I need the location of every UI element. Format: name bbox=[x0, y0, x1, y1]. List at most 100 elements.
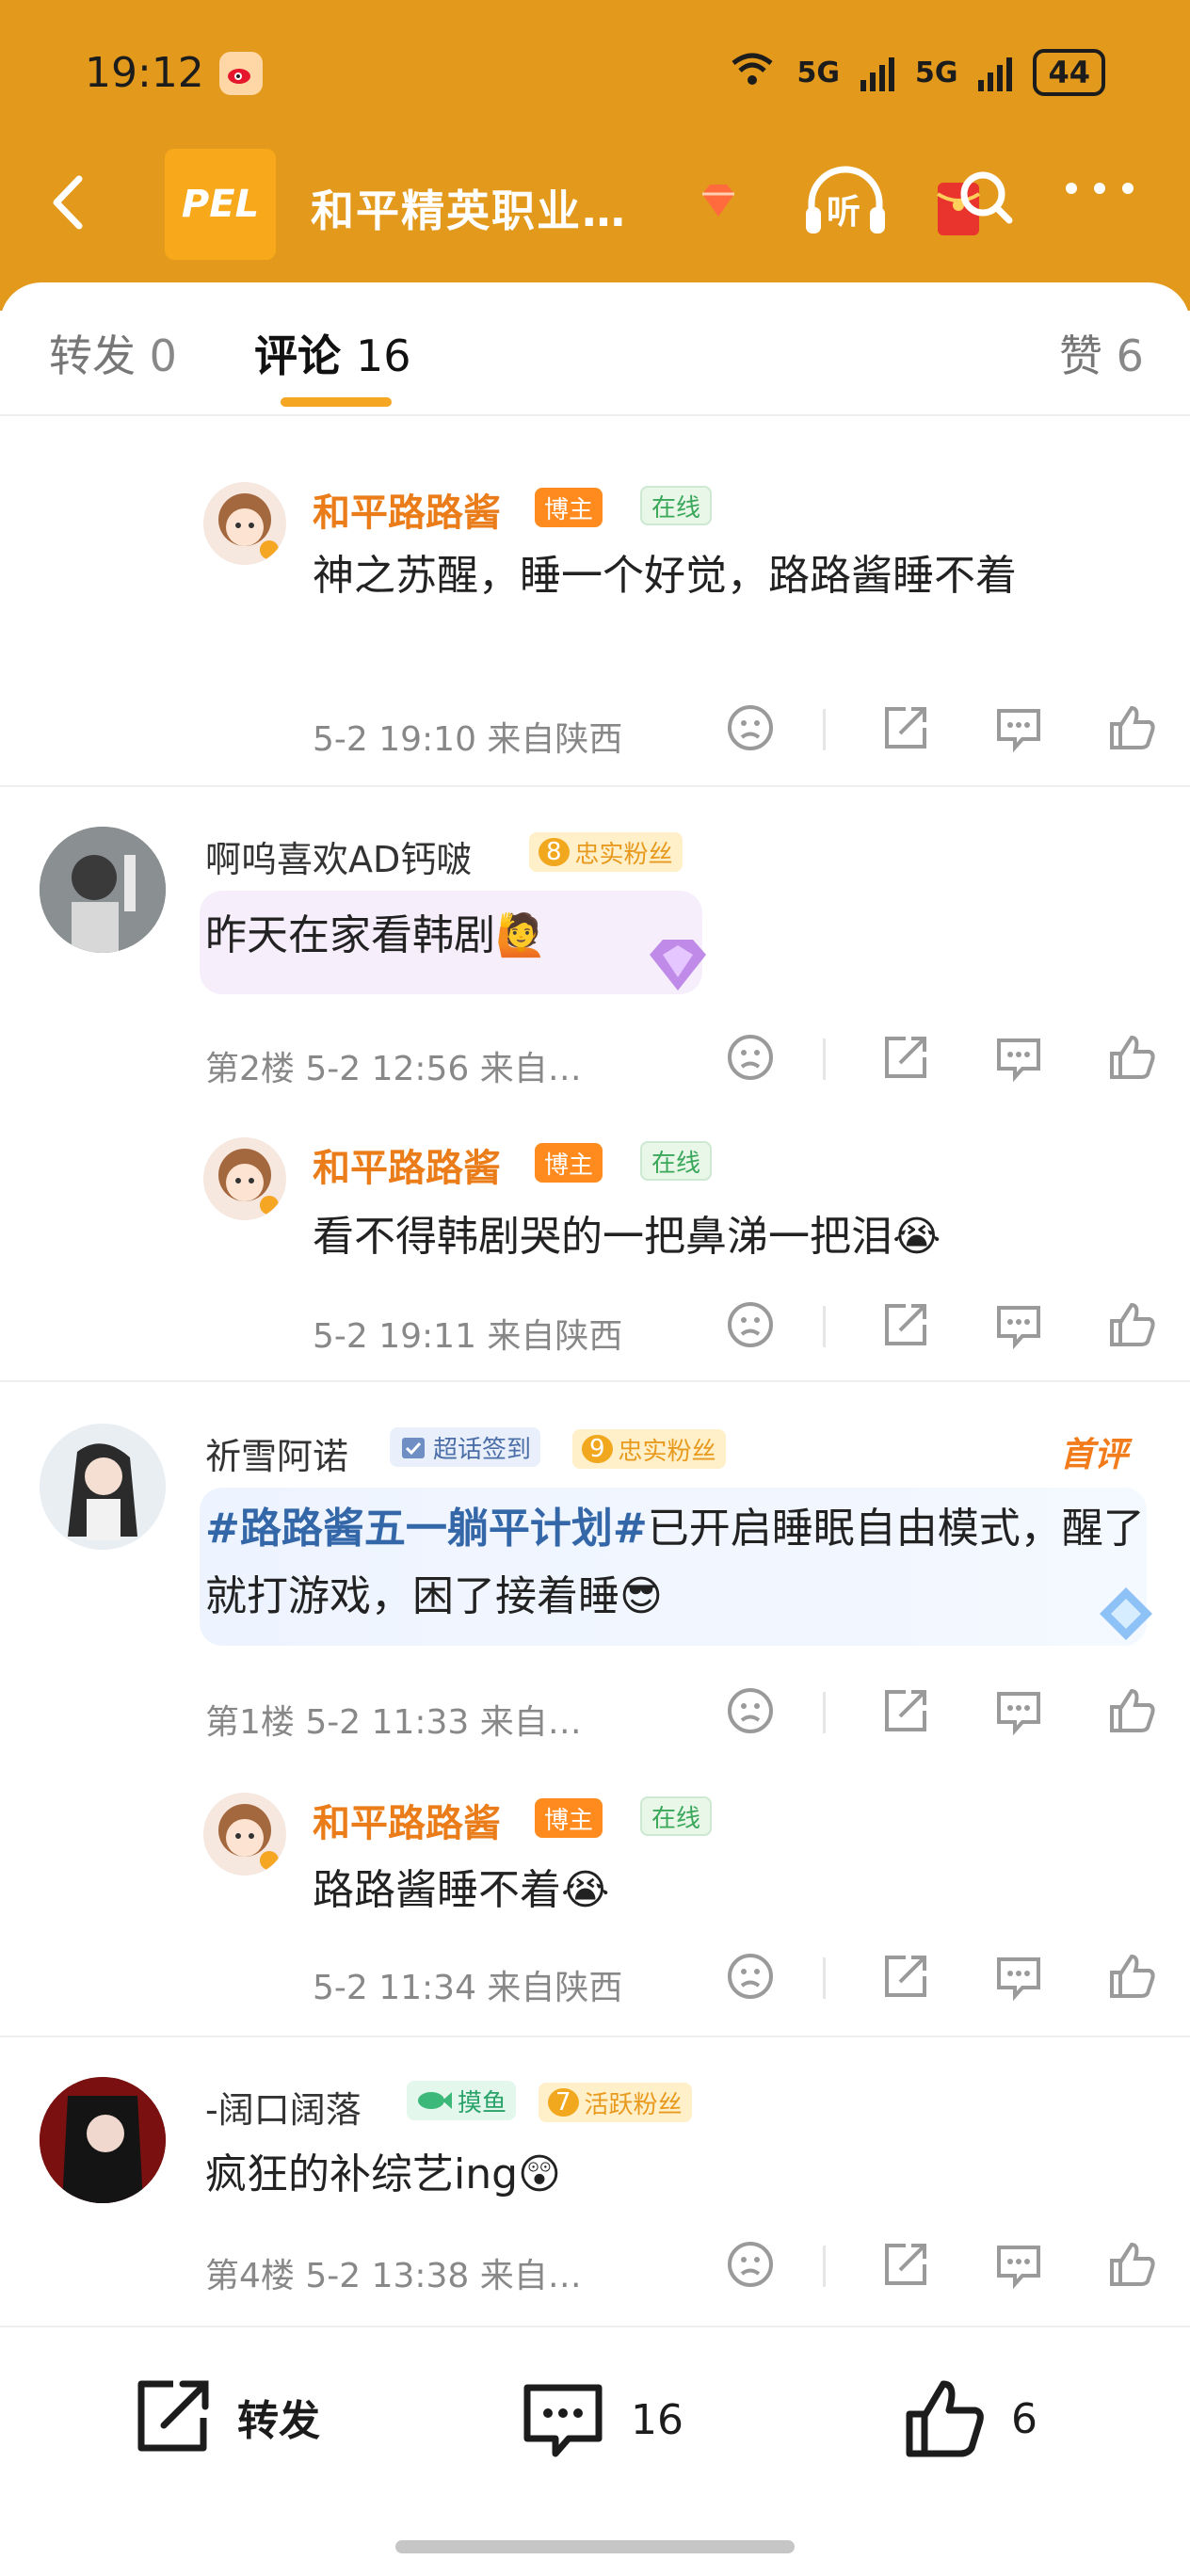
repost-button[interactable]: 转发 bbox=[132, 2376, 320, 2457]
listen-button[interactable]: 听 bbox=[800, 162, 891, 245]
username[interactable]: 和平路路酱 bbox=[313, 1793, 501, 1847]
action-divider bbox=[823, 709, 826, 750]
network-label-2: 5G bbox=[914, 56, 958, 89]
comment-actions bbox=[723, 1299, 1159, 1354]
comment-button[interactable]: 16 bbox=[520, 2376, 683, 2463]
repost-button[interactable] bbox=[878, 702, 933, 757]
first-comment-tag: 首评 bbox=[1060, 1436, 1129, 1474]
like-button[interactable] bbox=[1104, 1685, 1159, 1740]
status-bar-left: 19:12 bbox=[85, 49, 263, 97]
gem-badge-icon bbox=[697, 179, 740, 222]
comment-text: 路路酱睡不着😭 bbox=[313, 1866, 610, 1914]
like-button[interactable] bbox=[1104, 2239, 1159, 2294]
tab-likes-count: 6 bbox=[1116, 330, 1144, 381]
comment-meta: 5-2 11:34 来自陕西 bbox=[313, 1969, 623, 2007]
fan-badge-label: 忠实粉丝 bbox=[618, 1437, 716, 1466]
tab-repost[interactable]: 转发 0 bbox=[49, 322, 177, 384]
tab-likes[interactable]: 赞 6 bbox=[1059, 322, 1144, 384]
thumbs-up-icon bbox=[906, 2380, 984, 2457]
comment-meta: 5-2 19:11 来自陕西 bbox=[313, 1317, 623, 1356]
avatar[interactable] bbox=[40, 827, 166, 953]
avatar[interactable] bbox=[203, 1137, 286, 1220]
red-packet-search-button[interactable] bbox=[932, 162, 1017, 245]
dislike-button[interactable] bbox=[723, 1951, 778, 2005]
account-logo[interactable]: PEL bbox=[165, 149, 276, 260]
repost-button[interactable] bbox=[878, 1032, 933, 1087]
more-dots-icon bbox=[1066, 183, 1134, 194]
repost-icon bbox=[881, 1952, 930, 2004]
like-button[interactable] bbox=[1104, 1951, 1159, 2005]
thumbs-up-icon bbox=[1107, 1952, 1156, 2004]
comment-button[interactable] bbox=[991, 1685, 1046, 1740]
username[interactable]: 和平路路酱 bbox=[313, 482, 501, 537]
fan-badge-label: 活跃粉丝 bbox=[584, 2090, 683, 2119]
repost-button[interactable] bbox=[878, 1299, 933, 1354]
signal-icon-2 bbox=[978, 54, 1013, 91]
repost-button[interactable] bbox=[878, 1685, 933, 1740]
repost-icon bbox=[881, 703, 930, 756]
username[interactable]: -阔口阔落 bbox=[205, 2081, 362, 2133]
repost-icon bbox=[881, 1033, 930, 1086]
header: 19:12 5G 5G 44 PEL 和平精英职业… 听 bbox=[0, 0, 1190, 311]
username[interactable]: 和平路路酱 bbox=[313, 1137, 501, 1192]
comment-button[interactable] bbox=[991, 702, 1046, 757]
comment-text: 昨天在家看韩剧🙋 bbox=[205, 911, 547, 959]
comment-text: #路路酱五一躺平计划#已开启睡眠自由模式，醒了就打游戏，困了接着睡😎 bbox=[205, 1495, 1147, 1631]
tab-comments[interactable]: 评论 16 bbox=[254, 322, 411, 384]
comment-meta: 第4楼 5-2 13:38 来自… bbox=[205, 2257, 582, 2295]
like-button[interactable] bbox=[1104, 702, 1159, 757]
online-badge: 在线 bbox=[640, 1141, 713, 1181]
fan-badge: 9 忠实粉丝 bbox=[572, 1429, 726, 1469]
dislike-button[interactable] bbox=[723, 702, 778, 757]
page-title[interactable]: 和平精英职业… bbox=[311, 177, 627, 239]
comment-meta: 第1楼 5-2 11:33 来自… bbox=[205, 1703, 582, 1742]
comment-icon bbox=[994, 2240, 1043, 2293]
comment-count: 16 bbox=[631, 2395, 683, 2444]
avatar[interactable] bbox=[203, 1793, 286, 1876]
comment-actions bbox=[723, 1951, 1159, 2005]
dislike-icon bbox=[726, 1300, 775, 1353]
thumbs-up-icon bbox=[1107, 1686, 1156, 1739]
comment-icon bbox=[994, 1952, 1043, 2004]
divider bbox=[0, 2036, 1190, 2037]
comment-bubble-icon bbox=[523, 2384, 603, 2457]
repost-button[interactable] bbox=[878, 1951, 933, 2005]
clock: 19:12 bbox=[85, 49, 204, 97]
back-button[interactable] bbox=[38, 169, 104, 235]
dislike-button[interactable] bbox=[723, 1032, 778, 1087]
online-badge: 在线 bbox=[640, 486, 713, 525]
logo-text: PEL bbox=[181, 183, 260, 226]
avatar[interactable] bbox=[203, 482, 286, 565]
hashtag-link[interactable]: #路路酱五一躺平计划# bbox=[205, 1505, 648, 1553]
host-badge: 博主 bbox=[535, 1798, 603, 1838]
comment-button[interactable] bbox=[991, 2239, 1046, 2294]
comment-button[interactable] bbox=[991, 1951, 1046, 2005]
tab-comments-label: 评论 bbox=[254, 330, 341, 381]
username[interactable]: 啊呜喜欢AD钙啵 bbox=[205, 830, 472, 882]
avatar[interactable] bbox=[40, 2077, 166, 2203]
status-bar-right: 5G 5G 44 bbox=[729, 49, 1105, 96]
dislike-button[interactable] bbox=[723, 1685, 778, 1740]
host-badge: 博主 bbox=[535, 1143, 603, 1183]
comment-text: 神之苏醒，睡一个好觉，路路酱睡不着 bbox=[313, 552, 1017, 600]
thumbs-up-icon bbox=[1107, 1033, 1156, 1086]
dislike-button[interactable] bbox=[723, 2239, 778, 2294]
repost-button[interactable] bbox=[878, 2239, 933, 2294]
dislike-icon bbox=[726, 1952, 775, 2004]
repost-icon bbox=[881, 2240, 930, 2293]
dislike-icon bbox=[726, 2240, 775, 2293]
username[interactable]: 祈雪阿诺 bbox=[205, 1427, 348, 1479]
like-button[interactable] bbox=[1104, 1032, 1159, 1087]
avatar[interactable] bbox=[40, 1424, 166, 1550]
like-count: 6 bbox=[1011, 2394, 1037, 2443]
dislike-button[interactable] bbox=[723, 1299, 778, 1354]
nav-bar: PEL 和平精英职业… 听 bbox=[0, 141, 1190, 264]
comment-meta: 第2楼 5-2 12:56 来自… bbox=[205, 1050, 582, 1088]
like-button[interactable] bbox=[1104, 1299, 1159, 1354]
home-indicator[interactable] bbox=[395, 2540, 795, 2553]
tab-comments-count: 16 bbox=[356, 330, 411, 381]
more-button[interactable] bbox=[1062, 179, 1137, 201]
comment-button[interactable] bbox=[991, 1032, 1046, 1087]
comment-button[interactable] bbox=[991, 1299, 1046, 1354]
like-button[interactable]: 6 bbox=[902, 2376, 1037, 2461]
